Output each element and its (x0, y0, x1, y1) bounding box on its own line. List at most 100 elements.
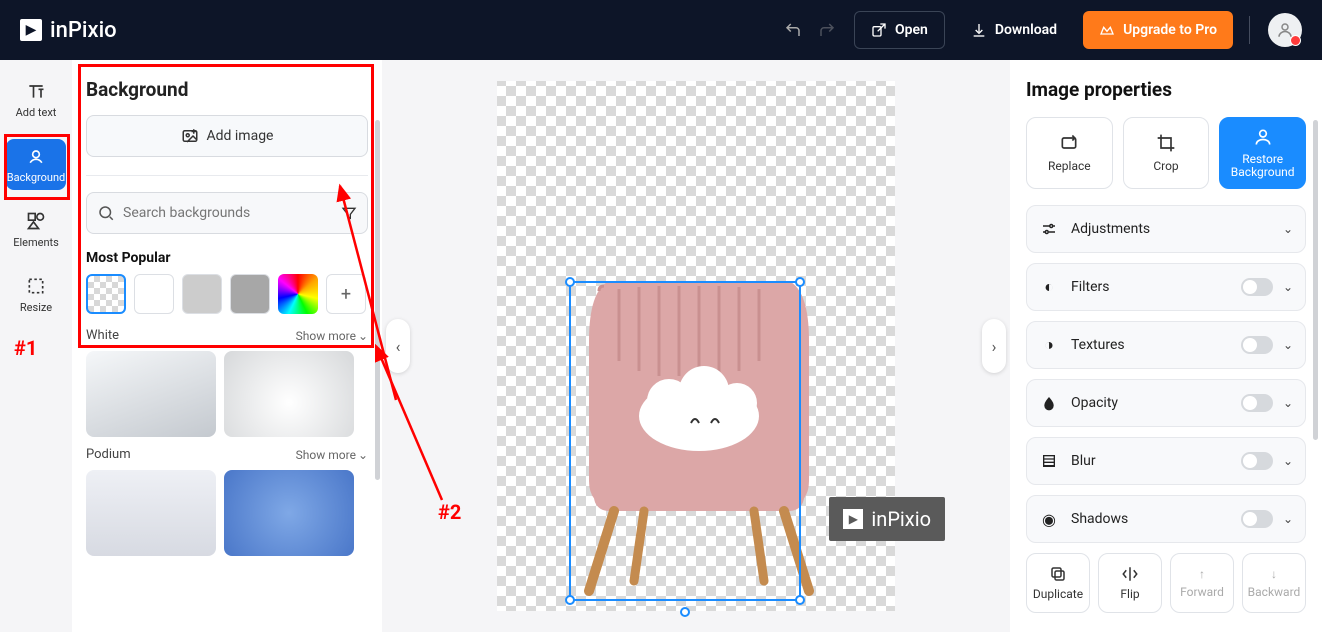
divider (1249, 16, 1250, 44)
thumb-podium-2[interactable] (224, 470, 354, 556)
rail-elements-label: Elements (13, 236, 59, 249)
brand-text: inPixio (50, 18, 117, 43)
category-white-label: White (86, 328, 119, 343)
rail-elements[interactable]: Elements (6, 204, 66, 255)
rail-add-text-label: Add text (16, 106, 57, 119)
textures-toggle[interactable] (1241, 336, 1273, 354)
annotation-1: #1 (14, 336, 37, 360)
sliders-icon (1039, 219, 1059, 239)
search-input[interactable] (123, 205, 333, 221)
crop-label: Crop (1153, 159, 1178, 173)
search-icon (97, 204, 115, 222)
show-more-white[interactable]: Show more ⌄ (296, 329, 368, 343)
watermark-text: inPixio (871, 507, 931, 531)
annotation-box-1 (4, 134, 70, 200)
add-image-label: Add image (207, 128, 274, 144)
upgrade-label: Upgrade to Pro (1123, 22, 1217, 38)
backward-button[interactable]: ↓ Backward (1242, 553, 1306, 613)
open-button[interactable]: Open (854, 11, 945, 49)
resize-icon (25, 275, 47, 297)
swatch-white[interactable] (134, 274, 174, 314)
redo-button[interactable] (810, 13, 844, 47)
blur-icon (1039, 451, 1059, 471)
download-label: Download (995, 22, 1057, 38)
flip-button[interactable]: Flip (1098, 553, 1162, 613)
swatch-row: + (86, 274, 368, 314)
swatch-grey-light[interactable] (182, 274, 222, 314)
handle-tr[interactable] (795, 277, 805, 287)
open-label: Open (895, 22, 928, 38)
app-header: ▶ inPixio Open Download Upgrade to Pro (0, 0, 1322, 60)
thumb-white-2[interactable] (224, 351, 354, 437)
blur-row[interactable]: Blur ⌄ (1026, 437, 1306, 485)
textures-icon: ◑ (1039, 335, 1059, 355)
avatar[interactable] (1268, 13, 1302, 47)
swatch-grey[interactable] (230, 274, 270, 314)
shadows-row[interactable]: ◉ Shadows ⌄ (1026, 495, 1306, 543)
blur-toggle[interactable] (1241, 452, 1273, 470)
swatch-color-picker[interactable] (278, 274, 318, 314)
chevron-down-icon: ⌄ (358, 448, 368, 462)
arrow-up-icon: ↑ (1199, 567, 1205, 581)
crop-button[interactable]: Crop (1123, 117, 1210, 189)
rail-resize[interactable]: Resize (6, 269, 66, 320)
adjustments-row[interactable]: Adjustments ⌄ (1026, 205, 1306, 253)
thumb-podium-1[interactable] (86, 470, 216, 556)
filters-toggle[interactable] (1241, 278, 1273, 296)
chevron-down-icon: ⌄ (1283, 454, 1293, 468)
duplicate-label: Duplicate (1033, 587, 1083, 601)
handle-br[interactable] (795, 595, 805, 605)
forward-button[interactable]: ↑ Forward (1170, 553, 1234, 613)
play-icon: ▶ (843, 509, 863, 529)
filters-row[interactable]: ◐ Filters ⌄ (1026, 263, 1306, 311)
undo-button[interactable] (776, 13, 810, 47)
collapse-left-button[interactable]: ‹ (386, 319, 410, 373)
swatch-transparent[interactable] (86, 274, 126, 314)
background-panel: Background Add image Most Popular + Whit… (72, 60, 382, 632)
upgrade-button[interactable]: Upgrade to Pro (1083, 11, 1233, 49)
textures-row[interactable]: ◑ Textures ⌄ (1026, 321, 1306, 369)
canvas[interactable]: ▶ inPixio (497, 81, 895, 611)
chevron-down-icon: ⌄ (1283, 338, 1293, 352)
flip-label: Flip (1120, 587, 1139, 601)
chevron-down-icon: ⌄ (1283, 512, 1293, 526)
swatch-add[interactable]: + (326, 274, 366, 314)
brand-logo: ▶ inPixio (20, 18, 117, 43)
rail-add-text[interactable]: Add text (6, 74, 66, 125)
shadows-label: Shadows (1071, 511, 1241, 527)
add-image-button[interactable]: Add image (86, 115, 368, 157)
replace-button[interactable]: Replace (1026, 117, 1113, 189)
selection-box[interactable] (569, 281, 801, 601)
shadows-toggle[interactable] (1241, 510, 1273, 528)
download-button[interactable]: Download (955, 11, 1073, 49)
chevron-down-icon: ⌄ (1283, 396, 1293, 410)
panel-scrollbar[interactable] (375, 120, 380, 480)
adjustments-label: Adjustments (1071, 221, 1283, 237)
left-rail: Add text Background Elements Resize #1 (0, 60, 72, 632)
filters-icon: ◐ (1039, 277, 1059, 297)
handle-tl[interactable] (565, 277, 575, 287)
blur-label: Blur (1071, 453, 1241, 469)
thumb-white-1[interactable] (86, 351, 216, 437)
play-icon: ▶ (20, 19, 42, 41)
filters-label: Filters (1071, 279, 1241, 295)
show-more-podium[interactable]: Show more ⌄ (296, 448, 368, 462)
handle-rotate[interactable] (680, 607, 690, 617)
search-backgrounds[interactable] (86, 192, 368, 234)
restore-background-button[interactable]: Restore Background (1219, 117, 1306, 189)
opacity-row[interactable]: Opacity ⌄ (1026, 379, 1306, 427)
chevron-down-icon: ⌄ (358, 329, 368, 343)
shadows-icon: ◉ (1039, 509, 1059, 529)
filter-icon[interactable] (341, 205, 357, 221)
collapse-right-button[interactable]: › (982, 319, 1006, 373)
annotation-arrow-2 (372, 340, 462, 510)
restore-label: Restore Background (1220, 153, 1305, 179)
backward-label: Backward (1248, 585, 1301, 599)
opacity-toggle[interactable] (1241, 394, 1273, 412)
properties-scrollbar[interactable] (1313, 120, 1318, 440)
handle-bl[interactable] (565, 595, 575, 605)
divider (86, 175, 368, 176)
duplicate-button[interactable]: Duplicate (1026, 553, 1090, 613)
properties-panel: Image properties Replace Crop Restore Ba… (1010, 60, 1322, 632)
rail-resize-label: Resize (20, 301, 52, 314)
